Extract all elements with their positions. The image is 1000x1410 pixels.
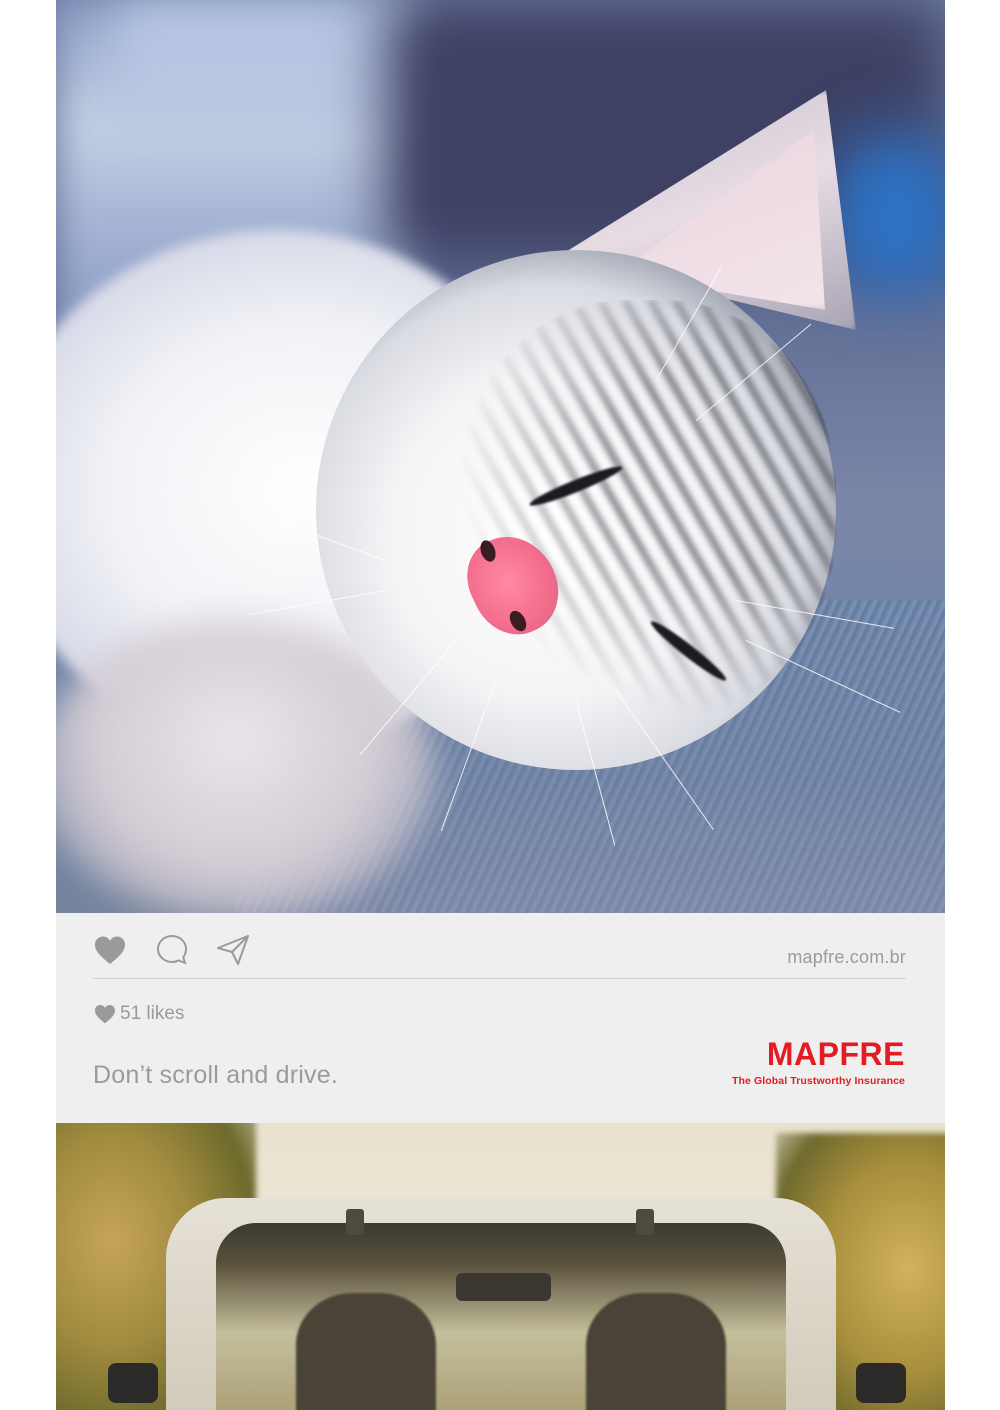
sleeping-kitten-photo xyxy=(56,0,945,913)
likes-label: 51 likes xyxy=(120,1003,185,1024)
social-post-ad: mapfre.com.br 51 likes Don’t scroll and … xyxy=(56,0,945,1410)
website-url[interactable]: mapfre.com.br xyxy=(787,947,906,968)
small-heart-icon xyxy=(95,1005,115,1024)
divider xyxy=(93,978,906,979)
brand-tagline: The Global Trustworthy Insurance xyxy=(732,1075,905,1087)
mapfre-logo: MAPFRE xyxy=(766,1036,905,1072)
mapfre-brand: MAPFRE The Global Trustworthy Insurance xyxy=(732,1038,905,1087)
post-caption: Don’t scroll and drive. xyxy=(93,1061,338,1089)
likes-count[interactable]: 51 likes xyxy=(94,1003,184,1025)
comment-icon[interactable] xyxy=(155,933,189,967)
car-rear-photo xyxy=(56,1123,945,1410)
send-icon[interactable] xyxy=(216,933,250,967)
heart-icon[interactable] xyxy=(94,935,126,965)
